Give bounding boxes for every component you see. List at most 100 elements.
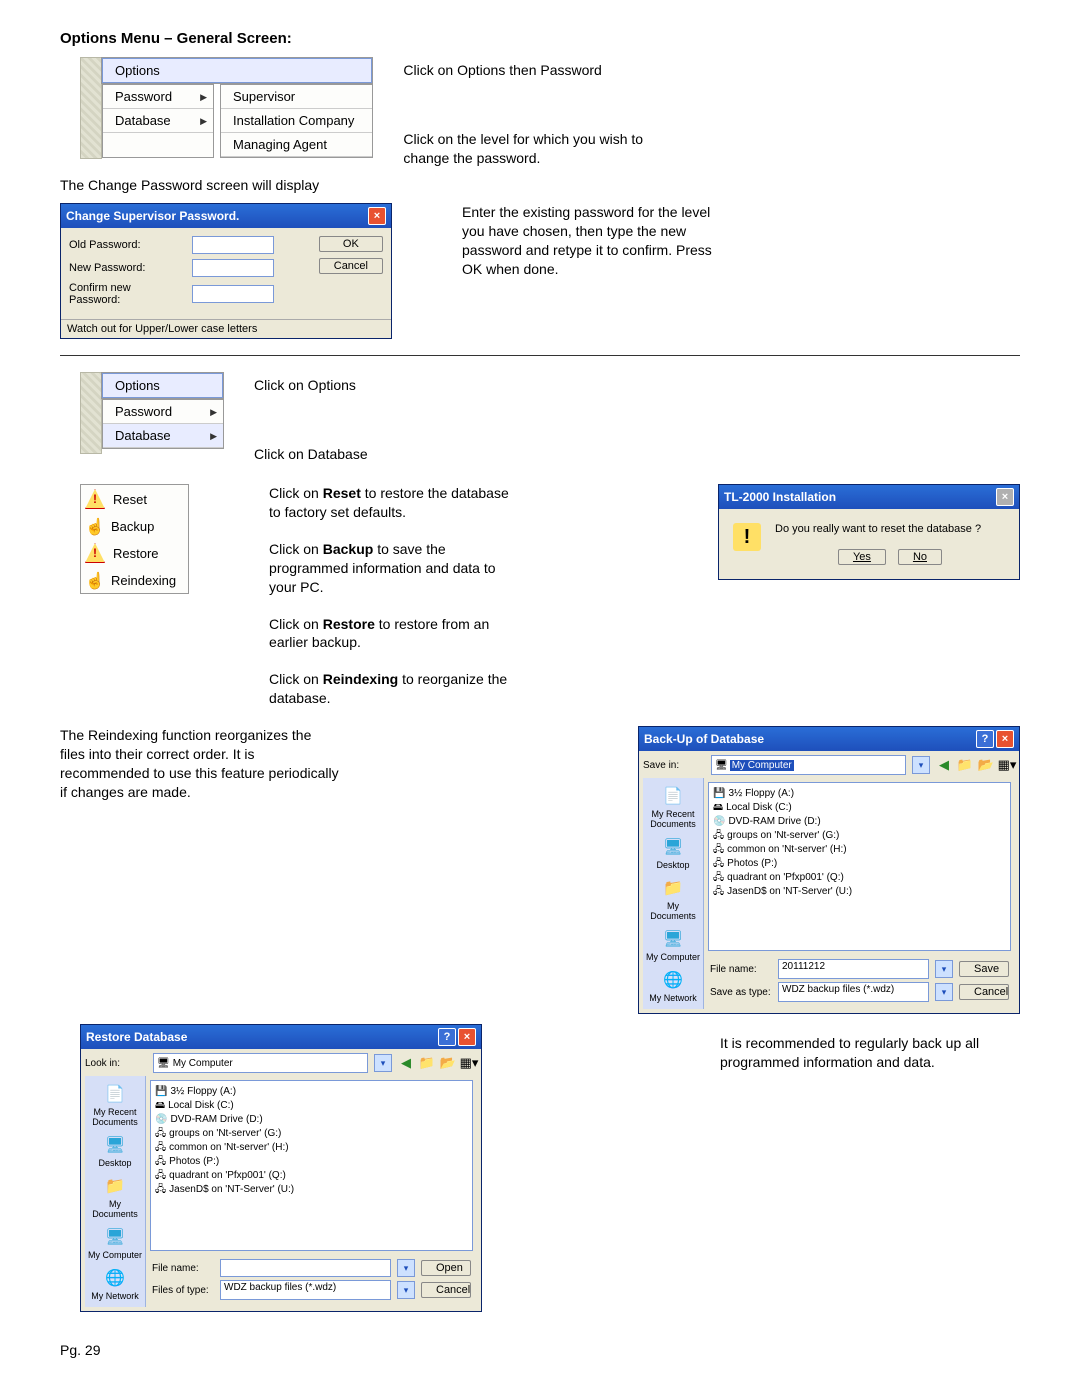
chevron-down-icon[interactable]: ▾: [397, 1259, 415, 1277]
filename-input[interactable]: [220, 1259, 391, 1277]
filetype-label: Save as type:: [710, 987, 772, 998]
instruction-text: Click on Options then Password: [403, 61, 643, 80]
place-mydocs[interactable]: 📁My Documents: [643, 876, 703, 921]
cancel-button[interactable]: Cancel: [959, 984, 1009, 1000]
warning-icon: !: [733, 523, 761, 551]
up-folder-icon[interactable]: 📁: [419, 1055, 435, 1071]
new-folder-icon[interactable]: 📂: [440, 1055, 456, 1071]
submenu-supervisor[interactable]: Supervisor: [221, 85, 372, 109]
savein-combo[interactable]: My Computer: [730, 760, 794, 771]
confirm-password-input[interactable]: [192, 285, 274, 303]
page-title: Options Menu – General Screen:: [60, 30, 1020, 47]
status-bar: Watch out for Upper/Lower case letters: [61, 319, 391, 338]
place-mycomputer[interactable]: 🖥My Computer: [646, 927, 700, 962]
warning-icon: !: [85, 543, 105, 563]
submenu-managing-agent[interactable]: Managing Agent: [221, 133, 372, 157]
back-icon[interactable]: ◀: [398, 1055, 414, 1071]
submenu-installation-company[interactable]: Installation Company: [221, 109, 372, 133]
monitor-icon: 🖥: [715, 760, 728, 771]
chevron-down-icon[interactable]: ▾: [935, 960, 953, 978]
label-confirm-password: Confirm new Password:: [69, 282, 184, 306]
help-icon[interactable]: ?: [976, 730, 994, 748]
filetype-label: Files of type:: [152, 1285, 214, 1296]
no-button[interactable]: No: [898, 549, 942, 565]
close-icon[interactable]: ×: [458, 1028, 476, 1046]
chevron-down-icon[interactable]: ▾: [935, 983, 953, 1001]
menu-item-database[interactable]: Database: [103, 424, 223, 448]
db-menu-label: Backup: [111, 519, 154, 534]
instruction-text: Click on Backup to save the programmed i…: [269, 540, 519, 597]
chevron-down-icon[interactable]: ▾: [374, 1054, 392, 1072]
divider: [60, 355, 1020, 356]
confirm-reset-dialog: TL-2000 Installation × ! Do you really w…: [718, 484, 1020, 580]
instruction-text: Click on Reset to restore the database t…: [269, 484, 519, 522]
dialog-title: TL-2000 Installation: [724, 490, 836, 504]
label-old-password: Old Password:: [69, 239, 184, 251]
lookin-combo[interactable]: My Computer: [173, 1058, 233, 1069]
chevron-down-icon[interactable]: ▾: [912, 756, 930, 774]
hand-icon: ☝: [85, 517, 103, 535]
close-icon[interactable]: ×: [996, 730, 1014, 748]
place-desktop[interactable]: 🖥Desktop: [656, 835, 689, 870]
instruction-text: Click on Options: [254, 376, 368, 395]
old-password-input[interactable]: [192, 236, 274, 254]
backup-file-dialog: Back-Up of Database ? × Save in: 🖥 My Co…: [638, 726, 1020, 1014]
filetype-combo[interactable]: WDZ backup files (*.wdz): [778, 982, 929, 1002]
back-icon[interactable]: ◀: [936, 757, 952, 773]
db-menu-reset[interactable]: ! Reset: [81, 485, 188, 513]
yes-button[interactable]: Yes: [838, 549, 886, 565]
menu-item-database[interactable]: Database: [103, 109, 213, 133]
filename-label: File name:: [710, 964, 772, 975]
cancel-button[interactable]: Cancel: [421, 1282, 471, 1298]
new-password-input[interactable]: [192, 259, 274, 277]
options-menu-header[interactable]: Options: [102, 373, 223, 398]
places-bar: 📄My Recent Documents 🖥Desktop 📁My Docume…: [85, 1076, 146, 1307]
page-number: Pg. 29: [60, 1342, 1020, 1358]
open-button[interactable]: Open: [421, 1260, 471, 1276]
change-password-dialog: Change Supervisor Password. × Old Passwo…: [60, 203, 392, 339]
up-folder-icon[interactable]: 📁: [957, 757, 973, 773]
ok-button[interactable]: OK: [319, 236, 383, 252]
filename-input[interactable]: 20111212: [778, 959, 929, 979]
views-icon[interactable]: ▦▾: [999, 757, 1015, 773]
place-mydocs[interactable]: 📁My Documents: [85, 1174, 145, 1219]
instruction-text: The Change Password screen will display: [60, 176, 1020, 196]
place-recent[interactable]: 📄My Recent Documents: [643, 784, 703, 829]
instruction-text: Enter the existing password for the leve…: [462, 203, 712, 279]
chevron-down-icon[interactable]: ▾: [397, 1281, 415, 1299]
db-menu-label: Reset: [113, 492, 147, 507]
help-icon[interactable]: ?: [438, 1028, 456, 1046]
menu-item-password[interactable]: Password: [103, 85, 213, 109]
close-icon[interactable]: ×: [368, 207, 386, 225]
place-recent[interactable]: 📄My Recent Documents: [85, 1082, 145, 1127]
file-list[interactable]: 💾3½ Floppy (A:) 🖴Local Disk (C:) 💿DVD-RA…: [708, 782, 1011, 951]
cancel-button[interactable]: Cancel: [319, 258, 383, 274]
place-mycomputer[interactable]: 🖥My Computer: [88, 1225, 142, 1260]
db-menu-label: Restore: [113, 546, 159, 561]
views-icon[interactable]: ▦▾: [461, 1055, 477, 1071]
options-menu-header[interactable]: Options: [102, 58, 372, 83]
new-folder-icon[interactable]: 📂: [978, 757, 994, 773]
db-menu-reindexing[interactable]: ☝ Reindexing: [81, 567, 188, 593]
place-network[interactable]: 🌐My Network: [649, 968, 697, 1003]
file-list[interactable]: 💾3½ Floppy (A:) 🖴Local Disk (C:) 💿DVD-RA…: [150, 1080, 473, 1251]
dialog-title: Back-Up of Database: [644, 732, 764, 746]
close-icon[interactable]: ×: [996, 488, 1014, 506]
menu-item-password[interactable]: Password: [103, 400, 223, 424]
save-button[interactable]: Save: [959, 961, 1009, 977]
db-menu-restore[interactable]: ! Restore: [81, 539, 188, 567]
filetype-combo[interactable]: WDZ backup files (*.wdz): [220, 1280, 391, 1300]
instruction-text: Click on Restore to restore from an earl…: [269, 615, 519, 653]
place-network[interactable]: 🌐My Network: [91, 1266, 139, 1301]
monitor-icon: 🖥: [157, 1058, 170, 1069]
place-desktop[interactable]: 🖥Desktop: [98, 1133, 131, 1168]
dialog-title: Change Supervisor Password.: [66, 209, 239, 223]
dialog-title: Restore Database: [86, 1030, 187, 1044]
texture-strip: [80, 57, 102, 159]
instruction-text: The Reindexing function reorganizes the …: [60, 726, 340, 802]
texture-strip: [80, 372, 102, 454]
dialog-message: Do you really want to reset the database…: [775, 523, 1005, 535]
savein-label: Save in:: [643, 760, 705, 771]
db-menu-backup[interactable]: ☝ Backup: [81, 513, 188, 539]
filename-label: File name:: [152, 1263, 214, 1274]
